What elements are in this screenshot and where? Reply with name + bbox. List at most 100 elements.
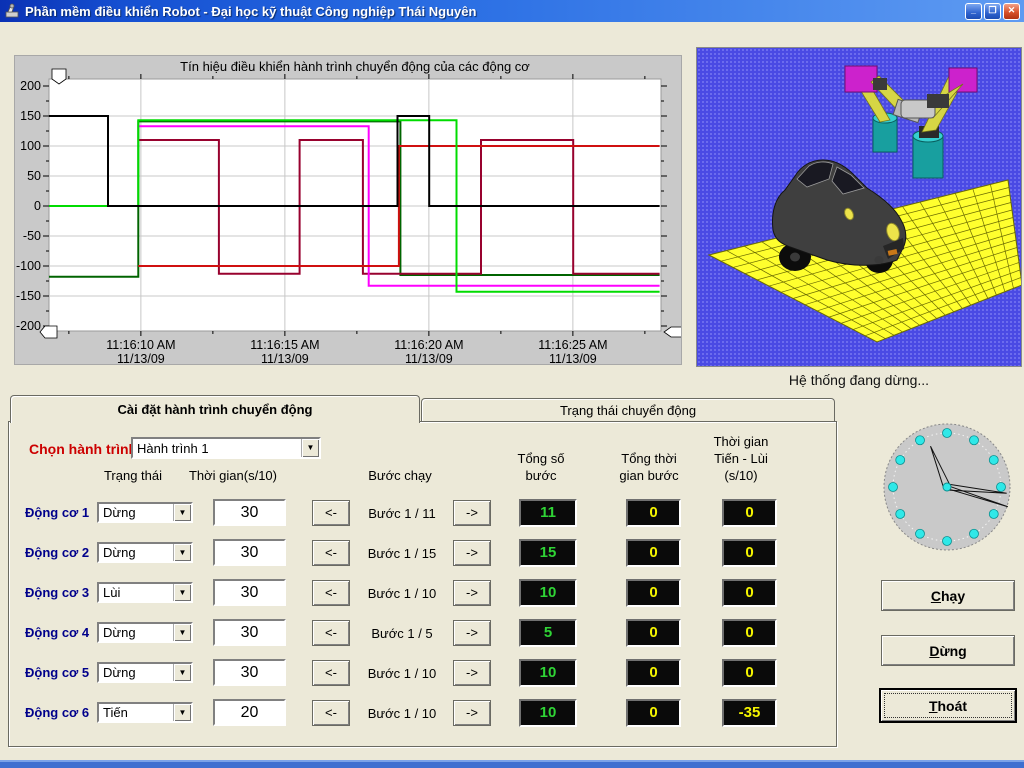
- x-tick-date-label: 11/13/09: [405, 352, 453, 364]
- signal-chart: Tín hiệu điều khiển hành trình chuyển độ…: [14, 55, 682, 365]
- exit-button[interactable]: Thoát: [879, 688, 1017, 723]
- motor-state-combobox[interactable]: Dừng ▼: [97, 542, 193, 563]
- total-step-time-display: 0: [626, 579, 681, 607]
- step-time-input[interactable]: [213, 579, 286, 606]
- forward-reverse-time-display: -35: [722, 699, 777, 727]
- x-tick-time-label: 11:16:20 AM: [394, 338, 463, 352]
- column-header: Tổng sốbước: [496, 450, 586, 484]
- total-steps-display: 10: [519, 699, 577, 727]
- chevron-down-icon[interactable]: ▼: [173, 624, 191, 641]
- chevron-down-icon[interactable]: ▼: [173, 584, 191, 601]
- step-back-button[interactable]: <-: [312, 620, 350, 646]
- x-tick-date-label: 11/13/09: [549, 352, 597, 364]
- step-time-input[interactable]: [213, 619, 286, 646]
- motor-state-combobox[interactable]: Lùi ▼: [97, 582, 193, 603]
- motor-state-value: Dừng: [99, 505, 173, 520]
- robot-scene: [697, 48, 1021, 366]
- step-back-button[interactable]: <-: [312, 700, 350, 726]
- motor-state-combobox[interactable]: Dừng ▼: [97, 662, 193, 683]
- total-step-time-display: 0: [626, 659, 681, 687]
- stop-button[interactable]: Dừng: [881, 635, 1015, 666]
- y-tick-label: -100: [16, 259, 41, 273]
- step-forward-button[interactable]: ->: [453, 500, 491, 526]
- step-back-button[interactable]: <-: [312, 540, 350, 566]
- route-select-combobox[interactable]: Hành trình 1 ▼: [131, 437, 321, 459]
- step-forward-button[interactable]: ->: [453, 540, 491, 566]
- clock-hour-dot: [997, 483, 1006, 492]
- bottom-right-pointer-icon: [664, 327, 681, 337]
- clock-hour-dot: [916, 436, 925, 445]
- title-bar: Phần mềm điều khiển Robot - Đại học kỹ t…: [0, 0, 1024, 22]
- y-tick-label: 50: [27, 169, 41, 183]
- minimize-button[interactable]: _: [965, 3, 982, 20]
- clock-hour-dot: [970, 436, 979, 445]
- clock-hour-dot: [943, 537, 952, 546]
- step-forward-button[interactable]: ->: [453, 660, 491, 686]
- total-steps-display: 11: [519, 499, 577, 527]
- forward-reverse-time-display: 0: [722, 659, 777, 687]
- chevron-down-icon[interactable]: ▼: [173, 704, 191, 721]
- car: [773, 160, 906, 273]
- x-tick-time-label: 11:16:15 AM: [250, 338, 319, 352]
- motor-state-combobox[interactable]: Dừng ▼: [97, 502, 193, 523]
- clock-hour-dot: [916, 529, 925, 538]
- chart-canvas: Tín hiệu điều khiển hành trình chuyển độ…: [15, 56, 681, 364]
- clock-hour-dot: [989, 456, 998, 465]
- run-button[interactable]: Chạy: [881, 580, 1015, 611]
- step-forward-button[interactable]: ->: [453, 700, 491, 726]
- forward-reverse-time-display: 0: [722, 579, 777, 607]
- window-title: Phần mềm điều khiển Robot - Đại học kỹ t…: [25, 4, 476, 19]
- column-header: Tổng thờigian bước: [599, 450, 699, 484]
- motor-state-value: Dừng: [99, 545, 173, 560]
- motor-label: Động cơ 6: [25, 705, 100, 720]
- step-time-input[interactable]: [213, 499, 286, 526]
- chevron-down-icon[interactable]: ▼: [301, 439, 319, 457]
- focus-ring: [884, 693, 1012, 718]
- step-time-input[interactable]: [213, 659, 286, 686]
- step-time-input[interactable]: [213, 539, 286, 566]
- total-steps-display: 5: [519, 619, 577, 647]
- y-tick-label: -150: [16, 289, 41, 303]
- motor-state-value: Dừng: [99, 625, 173, 640]
- forward-reverse-time-display: 0: [722, 619, 777, 647]
- chevron-down-icon[interactable]: ▼: [173, 544, 191, 561]
- step-back-button[interactable]: <-: [312, 660, 350, 686]
- x-tick-date-label: 11/13/09: [117, 352, 165, 364]
- step-forward-button[interactable]: ->: [453, 620, 491, 646]
- motor-label: Động cơ 1: [25, 505, 100, 520]
- step-counter-label: Bước 1 / 15: [354, 546, 450, 561]
- y-tick-label: 0: [34, 199, 41, 213]
- total-step-time-display: 0: [626, 619, 681, 647]
- step-back-button[interactable]: <-: [312, 500, 350, 526]
- window-bottom-border: [0, 760, 1024, 768]
- total-step-time-display: 0: [626, 499, 681, 527]
- chevron-down-icon[interactable]: ▼: [173, 504, 191, 521]
- maximize-button[interactable]: ❐: [984, 3, 1001, 20]
- step-time-input[interactable]: [213, 699, 286, 726]
- route-select-label: Chọn hành trình: [29, 441, 137, 457]
- clock-hour-dot: [943, 429, 952, 438]
- clock-hour-dot: [889, 483, 898, 492]
- motor-state-combobox[interactable]: Dừng ▼: [97, 622, 193, 643]
- total-step-time-display: 0: [626, 539, 681, 567]
- total-steps-display: 15: [519, 539, 577, 567]
- system-status-text: Hệ thống đang dừng...: [696, 372, 1022, 388]
- total-steps-display: 10: [519, 579, 577, 607]
- close-button[interactable]: ✕: [1003, 3, 1020, 20]
- y-tick-label: 100: [20, 139, 41, 153]
- chevron-down-icon[interactable]: ▼: [173, 664, 191, 681]
- step-forward-button[interactable]: ->: [453, 580, 491, 606]
- forward-reverse-time-display: 0: [722, 539, 777, 567]
- step-counter-label: Bước 1 / 10: [354, 706, 450, 721]
- route-select-value: Hành trình 1: [133, 441, 301, 456]
- total-step-time-display: 0: [626, 699, 681, 727]
- tab-motion-status[interactable]: Trạng thái chuyển động: [421, 398, 835, 421]
- clock-hour-dot: [970, 529, 979, 538]
- step-back-button[interactable]: <-: [312, 580, 350, 606]
- step-counter-label: Bước 1 / 10: [354, 666, 450, 681]
- step-counter-label: Bước 1 / 5: [354, 626, 450, 641]
- tab-motion-settings[interactable]: Cài đặt hành trình chuyển động: [10, 395, 420, 423]
- column-header: Thời gian(s/10): [168, 467, 298, 484]
- motor-state-combobox[interactable]: Tiến ▼: [97, 702, 193, 723]
- clock-hour-dot: [896, 456, 905, 465]
